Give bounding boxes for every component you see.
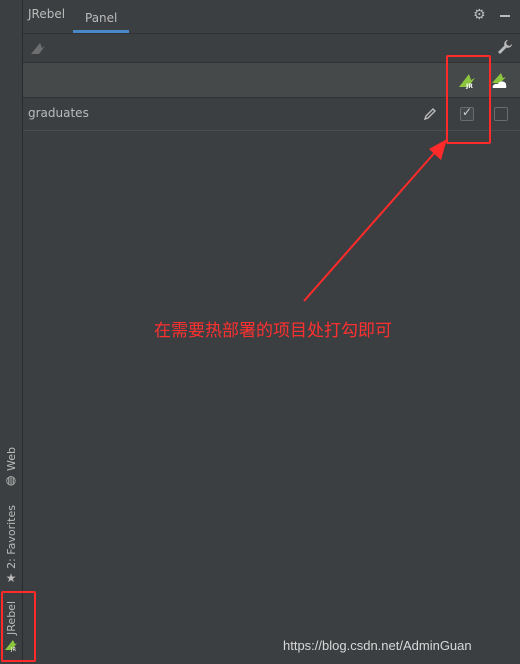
watermark: https://blog.csdn.net/AdminGuan bbox=[283, 638, 472, 653]
annotation-text: 在需要热部署的项目处打勾即可 bbox=[154, 321, 392, 341]
